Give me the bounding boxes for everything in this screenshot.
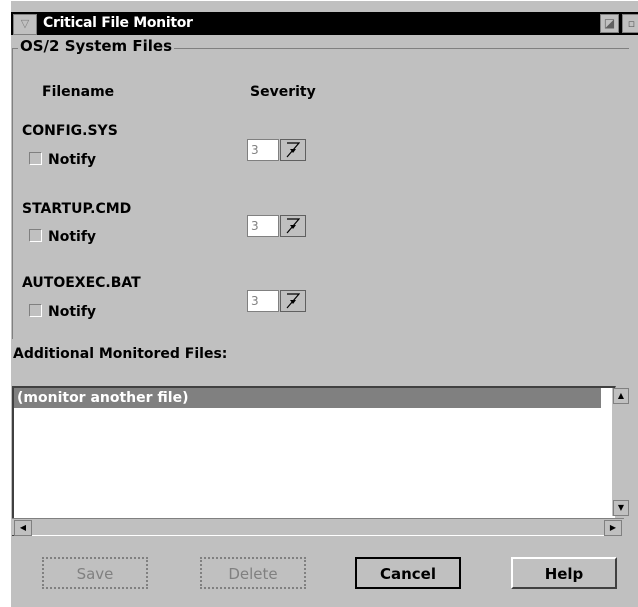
minimize-icon[interactable]: ▫	[622, 14, 638, 33]
filename-startup-cmd: STARTUP.CMD	[22, 201, 132, 217]
notify-label: Notify	[48, 152, 97, 168]
spin-arrows-icon[interactable]	[280, 215, 306, 237]
filename-config-sys: CONFIG.SYS	[22, 123, 118, 139]
additional-files-listbox[interactable]: (monitor another file)	[12, 386, 616, 536]
scroll-down-icon[interactable]: ▼	[613, 500, 629, 516]
scroll-right-icon[interactable]: ▶	[604, 520, 622, 536]
notify-checkbox-autoexec-bat[interactable]: Notify	[29, 304, 96, 322]
spin-arrows-icon[interactable]	[280, 290, 306, 312]
scroll-up-icon[interactable]: ▲	[613, 388, 629, 404]
severity-spinner-config-sys[interactable]: 3	[247, 139, 307, 163]
vertical-scrollbar[interactable]: ▲ ▼	[612, 388, 629, 516]
checkbox-icon[interactable]	[29, 152, 42, 165]
spin-arrows-icon[interactable]	[280, 139, 306, 161]
severity-column-header: Severity	[250, 84, 316, 100]
cancel-button-label: Cancel	[379, 565, 436, 583]
additional-files-label: Additional Monitored Files:	[13, 346, 228, 362]
help-button[interactable]: Help	[511, 557, 617, 589]
checkbox-icon[interactable]	[29, 304, 42, 317]
severity-spinner-startup-cmd[interactable]: 3	[247, 215, 307, 239]
save-button[interactable]: Save	[42, 557, 148, 589]
severity-value[interactable]: 3	[247, 290, 279, 312]
severity-spinner-autoexec-bat[interactable]: 3	[247, 290, 307, 314]
save-button-label: Save	[76, 565, 114, 583]
severity-value[interactable]: 3	[247, 139, 279, 161]
notify-checkbox-config-sys[interactable]: Notify	[29, 152, 96, 170]
filename-column-header: Filename	[42, 84, 115, 100]
help-button-label: Help	[544, 565, 584, 583]
filename-autoexec-bat: AUTOEXEC.BAT	[22, 275, 141, 291]
window-title: Critical File Monitor	[43, 15, 193, 31]
horizontal-scrollbar[interactable]: ◀ ▶	[12, 518, 624, 536]
severity-value[interactable]: 3	[247, 215, 279, 237]
maximize-icon[interactable]: ◪	[600, 14, 619, 33]
scroll-left-icon[interactable]: ◀	[14, 520, 32, 536]
group-label: OS/2 System Files	[18, 37, 175, 55]
notify-checkbox-startup-cmd[interactable]: Notify	[29, 229, 96, 247]
notify-label: Notify	[48, 229, 97, 245]
delete-button[interactable]: Delete	[200, 557, 306, 589]
list-item[interactable]: (monitor another file)	[14, 388, 601, 408]
notify-label: Notify	[48, 304, 97, 320]
delete-button-label: Delete	[228, 565, 278, 583]
system-menu-icon[interactable]: ▽	[13, 14, 37, 35]
title-bar[interactable]: ▽ Critical File Monitor ◪ ▫	[11, 12, 638, 35]
checkbox-icon[interactable]	[29, 229, 42, 242]
cancel-button[interactable]: Cancel	[355, 557, 461, 589]
